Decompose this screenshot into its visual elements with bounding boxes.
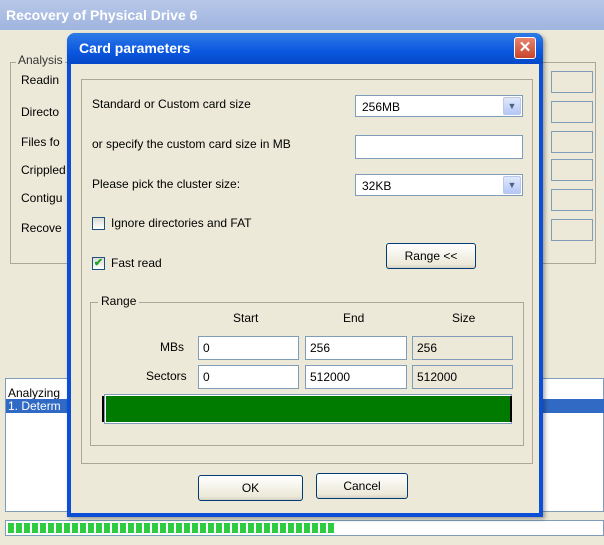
analysis-value-box xyxy=(551,219,593,241)
sectors-start-input[interactable]: 0 xyxy=(198,365,299,389)
range-group-title: Range xyxy=(98,294,140,308)
chevron-down-icon[interactable]: ▼ xyxy=(503,176,521,194)
range-visual-fill xyxy=(106,396,510,422)
analysis-value-box xyxy=(551,159,593,181)
range-header-start: Start xyxy=(233,311,259,325)
sectors-label: Sectors xyxy=(146,369,187,383)
analysis-value-box xyxy=(551,189,593,211)
cluster-size-value: 32KB xyxy=(362,179,392,193)
card-size-value: 256MB xyxy=(362,100,401,114)
checkmark-icon: ✔ xyxy=(93,257,104,269)
analysis-row-label: Crippled xyxy=(21,163,66,177)
analysis-value-box xyxy=(551,71,593,93)
analysis-value-box xyxy=(551,131,593,153)
analysis-row-label: Files fo xyxy=(21,135,60,149)
analysis-row-label: Recove xyxy=(21,221,62,235)
range-header-size: Size xyxy=(452,311,476,325)
card-size-label: Standard or Custom card size xyxy=(92,97,251,111)
close-icon[interactable]: ✕ xyxy=(514,37,536,59)
ignore-directories-label[interactable]: Ignore directories and FAT xyxy=(111,216,252,230)
analysis-row-label: Directo xyxy=(21,105,60,119)
range-toggle-button[interactable]: Range << xyxy=(386,243,476,269)
fast-read-checkbox[interactable]: ✔ xyxy=(92,257,105,270)
chevron-down-icon[interactable]: ▼ xyxy=(503,97,521,115)
analysis-row-label: Contigu xyxy=(21,191,63,205)
custom-size-input[interactable] xyxy=(355,135,523,159)
log-line: Analyzing xyxy=(8,386,61,400)
analysis-group-title: Analysis xyxy=(16,53,65,67)
range-start-handle[interactable] xyxy=(102,396,104,422)
cancel-button[interactable]: Cancel xyxy=(316,473,408,499)
mbs-start-input[interactable]: 0 xyxy=(198,336,299,360)
fast-read-label[interactable]: Fast read xyxy=(111,256,162,270)
background-window-title: Recovery of Physical Drive 6 xyxy=(0,0,604,30)
sectors-size-field: 512000 xyxy=(412,365,513,389)
mbs-label: MBs xyxy=(160,340,184,354)
sectors-end-input[interactable]: 512000 xyxy=(305,365,407,389)
range-end-handle[interactable] xyxy=(510,396,512,422)
ignore-directories-checkbox[interactable] xyxy=(92,217,105,230)
overall-progress-fill xyxy=(8,523,334,533)
mbs-end-input[interactable]: 256 xyxy=(305,336,407,360)
range-header-end: End xyxy=(343,311,365,325)
custom-size-label: or specify the custom card size in MB xyxy=(92,137,291,151)
card-size-select[interactable]: 256MB ▼ xyxy=(355,95,523,117)
cluster-size-label: Please pick the cluster size: xyxy=(92,177,241,191)
mbs-size-field: 256 xyxy=(412,336,513,360)
ok-button[interactable]: OK xyxy=(198,475,303,501)
analysis-row-label: Readin xyxy=(21,73,60,87)
analysis-value-box xyxy=(551,101,593,123)
dialog-title: Card parameters xyxy=(67,33,543,64)
cluster-size-select[interactable]: 32KB ▼ xyxy=(355,174,523,196)
